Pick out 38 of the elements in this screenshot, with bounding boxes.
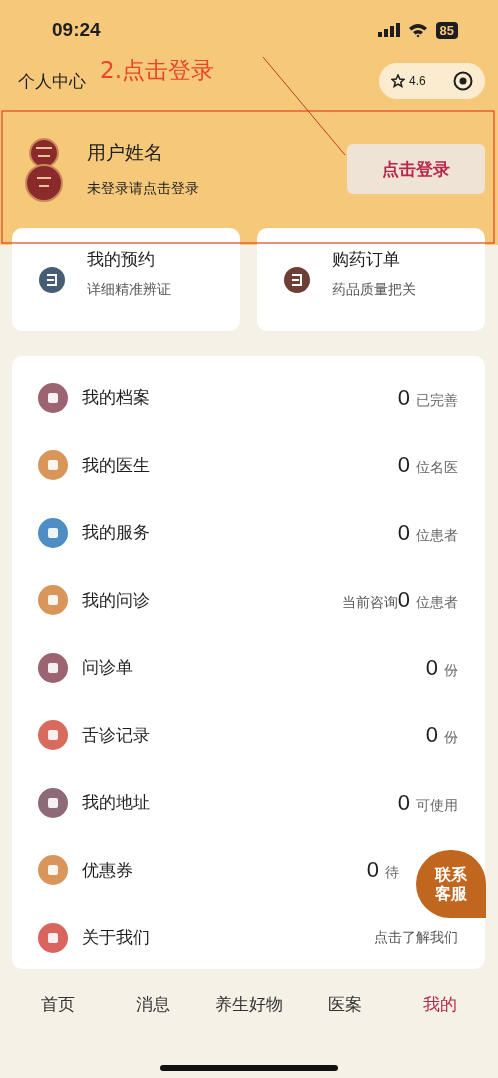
- menu-unit: 位名医: [416, 459, 458, 478]
- menu-unit: 位患者: [416, 594, 458, 613]
- menu-label: 我的档案: [82, 386, 150, 410]
- menu-count: 0: [397, 519, 410, 546]
- menu-unit: 已完善: [416, 391, 458, 410]
- menu-count: 0: [366, 857, 379, 884]
- menu-prefix: 当前咨询: [341, 594, 398, 613]
- card-title: 购药订单: [332, 248, 401, 271]
- menu-unit: 可使用: [416, 796, 458, 815]
- menu-note: 点击了解我们: [374, 928, 458, 947]
- menu-label: 关于我们: [82, 926, 150, 950]
- menu-label: 问诊单: [82, 656, 133, 680]
- menu-unit: 待: [385, 864, 399, 883]
- menu-unit: 份: [444, 729, 458, 748]
- battery-level: 85: [435, 21, 458, 39]
- annotation-label: 2.点击登录: [100, 55, 214, 85]
- menu-label: 我的医生: [82, 453, 150, 477]
- card-subtitle: 详细精准辨证: [87, 281, 171, 299]
- menu-unit: 份: [444, 661, 458, 680]
- menu-label: 优惠券: [82, 858, 133, 882]
- menu-count: 0: [425, 654, 438, 681]
- menu-count: 0: [397, 384, 410, 411]
- login-hint: 未登录请点击登录: [87, 180, 199, 198]
- menu-count: 0: [397, 789, 410, 816]
- menu-unit: 位患者: [416, 526, 458, 545]
- menu-count: 0: [425, 722, 438, 749]
- menu-label: 我的服务: [82, 521, 150, 545]
- menu-count: 0: [397, 587, 410, 614]
- user-name: 用户姓名: [87, 140, 164, 165]
- menu-label: 我的问诊: [82, 588, 150, 612]
- menu-label: 舌诊记录: [82, 723, 150, 747]
- card-subtitle: 药品质量把关: [332, 281, 416, 299]
- menu-count: 0: [397, 452, 410, 479]
- clock-time: 09:24: [52, 19, 101, 41]
- card-title: 我的预约: [87, 248, 156, 271]
- menu-label: 我的地址: [82, 791, 150, 815]
- rating-score: 4.6: [409, 74, 426, 88]
- page-title: 个人中心: [18, 69, 86, 93]
